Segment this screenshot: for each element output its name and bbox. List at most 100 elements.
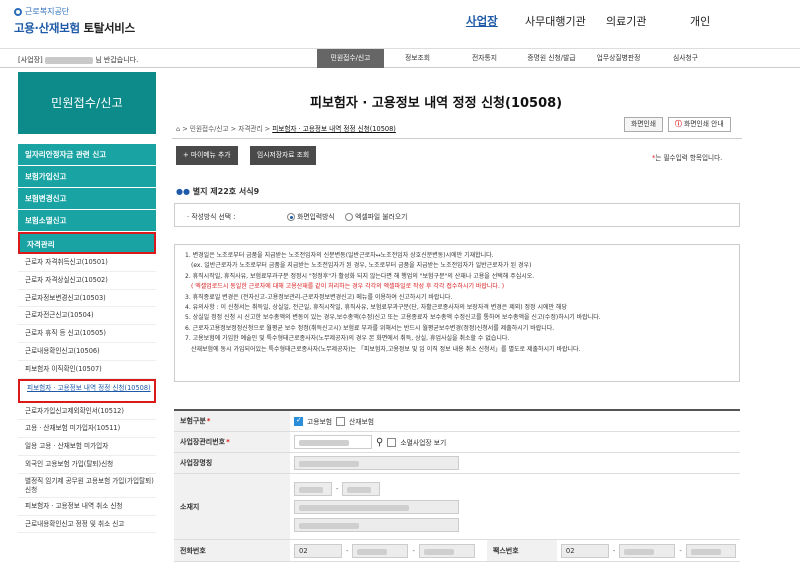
workplace-name-label: 사업장명칭 [174, 453, 290, 473]
breadcrumb: ⌂ > 민원접수/신고 > 자격관리 > 피보험자 · 고용정보 내역 정정 신… [176, 125, 396, 133]
row-address: 소재지 - [174, 474, 740, 540]
radio-screen-input[interactable]: 화면입력방식 [287, 211, 335, 221]
nav-medical[interactable]: 의료기관 [606, 13, 646, 29]
address-field-2 [294, 517, 459, 532]
form-number-text: 별지 제22호 서식9 [192, 187, 260, 196]
sidebar-item-10502[interactable]: 근로자 자격상실신고(10502) [18, 272, 156, 290]
print-button[interactable]: 화면인쇄 [624, 117, 664, 132]
sidebar-item-foreigner[interactable]: 외국인 고용보험 가입(탈퇴)신청 [18, 456, 156, 474]
employment-insurance-label: 고용보험 [307, 418, 333, 426]
sidebar-category-qualification[interactable]: 자격관리 [18, 232, 156, 254]
tab-e-notice[interactable]: 전자통지 [451, 49, 518, 68]
employment-insurance-checkbox[interactable] [294, 416, 303, 426]
sidebar-item-10501[interactable]: 근로자 자격취득신고(10501) [18, 254, 156, 272]
fax-last-field [685, 543, 736, 558]
tab-info-inquiry[interactable]: 정보조회 [384, 49, 451, 68]
page-title: 피보험자 · 고용정보 내역 정정 신청(10508) [310, 96, 563, 111]
workplace-name-field [294, 456, 459, 470]
notice-line: 산재보험에 동시 가입되어있는 특수형태근로종사자(노무제공자)는 「피보험자,… [191, 345, 581, 353]
method-selector: · 작성방식 선택 : 화면입력방식 엑셀파일 불러오기 [174, 203, 740, 227]
workplace-no-label: 사업장관리번호 * [174, 432, 290, 452]
divider [172, 138, 742, 139]
required-note: *는 필수입력 항목입니다. [652, 152, 722, 162]
breadcrumb-current[interactable]: 피보험자 · 고용정보 내역 정정 신청(10508) [272, 125, 396, 133]
sidebar-item-10503[interactable]: 근로자정보변경신고(10503) [18, 290, 156, 308]
notice-line: 3. 휴직종료일 변경은 (전자신고-고용정보관리-근로자정보변경신고) 메뉴를… [185, 293, 453, 301]
nav-agency[interactable]: 사무대행기관 [525, 13, 586, 29]
sidebar-item-cancel[interactable]: 피보험자 · 고용정보 내역 취소 신청 [18, 498, 156, 516]
print-guide-button[interactable]: ⓘ 화면인쇄 안내 [668, 117, 731, 132]
welcome-prefix: [사업장] [18, 56, 43, 64]
sidebar-item-official[interactable]: 별정직 임기제 공무원 고용보험 가입(가입탈퇴)신청 [18, 474, 156, 498]
sidebar-category-join[interactable]: 보험가입신고 [18, 166, 156, 188]
sidebar: 민원접수/신고 일자리안정자금 관련 신고 보험가입신고 보험변경신고 보험소멸… [18, 72, 156, 561]
sidebar-item-daily-uninsured[interactable]: 일용 고용 · 산재보험 미가입자 [18, 438, 156, 456]
radio-screen-label: 화면입력방식 [297, 213, 335, 221]
tab-civil-report[interactable]: 민원접수/신고 [317, 49, 384, 68]
logo-main-blue: 고용·산재보험 [14, 21, 80, 35]
notice-line: 1. 변경일은 노조로부터 금품을 지급받는 노조전임자의 신분변동(일반근로자… [185, 252, 494, 259]
radio-off-icon[interactable] [345, 213, 353, 221]
nav-personal[interactable]: 개인 [690, 13, 710, 29]
address-field-1 [294, 499, 459, 514]
sidebar-category-job-stability[interactable]: 일자리안정자금 관련 신고 [18, 144, 156, 166]
sidebar-item-10512[interactable]: 근로자가입신고제외확인서(10512) [18, 403, 156, 421]
sidebar-item-10504[interactable]: 근로자전근신고(10504) [18, 307, 156, 326]
sidebar-category-extinction[interactable]: 보험소멸신고 [18, 210, 156, 232]
redacted-name [45, 56, 94, 64]
notice-line-red: ( 엑셀업로드시 동일한 근로자에 대해 고용산재를 같이 처리하는 경우 각각… [191, 283, 505, 291]
top-header: 근로복지공단 고용·산재보험 토탈서비스 사업장 사무대행기관 의료기관 개인 [0, 0, 800, 44]
insurance-label-text: 보험구분 [180, 417, 206, 425]
logo[interactable]: 근로복지공단 고용·산재보험 토탈서비스 [14, 6, 135, 36]
notice-line: 4. 유의사항 : 이 신청서는 취득일, 상실일, 전근일, 휴직시작일, 휴… [185, 304, 567, 312]
zipcode-field-2 [342, 481, 381, 496]
tab-occupational-disease[interactable]: 업무상질병판정 [585, 49, 652, 68]
workplace-no-input[interactable] [294, 435, 372, 449]
required-note-text: 는 필수입력 항목입니다. [655, 154, 723, 162]
bullet-icon: ●● [176, 187, 190, 196]
industrial-insurance-checkbox[interactable] [336, 416, 346, 426]
sidebar-category-change[interactable]: 보험변경신고 [18, 188, 156, 210]
input-form: 보험구분* 고용보험 산재보험 사업장관리번호* ⚲ 소멸사업장 보기 사업장명… [174, 409, 740, 562]
notice-box: 1. 변경일은 노조로부터 금품을 지급받는 노조전임자의 신분변동(일반근로자… [174, 244, 740, 382]
home-icon[interactable]: ⌂ [176, 125, 180, 133]
add-my-menu-button[interactable]: + 마이메뉴 추가 [176, 146, 238, 165]
sidebar-item-10505[interactable]: 근로자 휴직 등 신고(10505) [18, 325, 156, 343]
sidebar-item-10506[interactable]: 근로내용확인신고(10506) [18, 343, 156, 361]
form-number: ●● 별지 제22호 서식9 [176, 186, 259, 197]
sidebar-item-10511[interactable]: 고용 · 산재보험 미가입자(10511) [18, 420, 156, 439]
workplace-no-label-text: 사업장관리번호 [180, 438, 226, 446]
extinct-workplace-label: 소멸사업장 보기 [400, 439, 447, 447]
sidebar-title: 민원접수/신고 [18, 72, 156, 134]
alert-icon: ⓘ [675, 120, 682, 128]
radio-on-icon[interactable] [287, 213, 295, 221]
tab-certificate[interactable]: 증명원 신청/발급 [518, 49, 585, 68]
temp-saved-load-button[interactable]: 임시저장자료 조회 [250, 146, 317, 165]
radio-excel-label: 엑셀파일 불러오기 [355, 213, 408, 221]
notice-line: 2. 휴직시작일, 휴직사유, 보험료부과구분 정정시 "정정후"가 활성화 되… [185, 272, 535, 280]
sub-navigation-bar: [사업장] 님 반갑습니다. 민원접수/신고 정보조회 전자통지 증명원 신청/… [0, 48, 800, 68]
sidebar-item-10508[interactable]: 피보험자 · 고용정보 내역 정정 신청(10508) [18, 378, 156, 403]
address-label: 소재지 [174, 474, 290, 539]
welcome-text: [사업장] 님 반갑습니다. [18, 55, 138, 65]
required-star: * [226, 438, 230, 446]
radio-excel-import[interactable]: 엑셀파일 불러오기 [345, 211, 407, 221]
nav-workplace[interactable]: 사업장 [466, 13, 498, 29]
insurance-label: 보험구분 * [174, 411, 290, 431]
notice-line: (ex. 일반근로자가 노조로부터 금품을 지급받는 노조전임자가 된 경우, … [191, 262, 532, 270]
breadcrumb-item[interactable]: 민원접수/신고 [190, 125, 229, 133]
sidebar-item-10507[interactable]: 피보험자 이직확인(10507) [18, 361, 156, 379]
breadcrumb-item[interactable]: 자격관리 [238, 125, 262, 133]
extinct-workplace-checkbox[interactable] [387, 437, 397, 447]
search-icon[interactable]: ⚲ [376, 437, 383, 448]
row-insurance-type: 보험구분* 고용보험 산재보험 [174, 411, 740, 432]
required-star: * [206, 417, 211, 425]
row-workplace-no: 사업장관리번호 * ⚲ 소멸사업장 보기 [174, 432, 740, 453]
welcome-suffix: 님 반갑습니다. [95, 56, 139, 64]
tab-review-request[interactable]: 심사청구 [652, 49, 719, 68]
fax-label: 팩스번호 [486, 540, 557, 561]
fax-area-field: 02 [560, 543, 609, 558]
logo-main-black: 토탈서비스 [83, 21, 135, 35]
sidebar-item-work-content-fix[interactable]: 근로내용확인신고 정정 및 취소 신고 [18, 516, 156, 534]
sub-tabs: 민원접수/신고 정보조회 전자통지 증명원 신청/발급 업무상질병판정 심사청구 [317, 49, 719, 68]
